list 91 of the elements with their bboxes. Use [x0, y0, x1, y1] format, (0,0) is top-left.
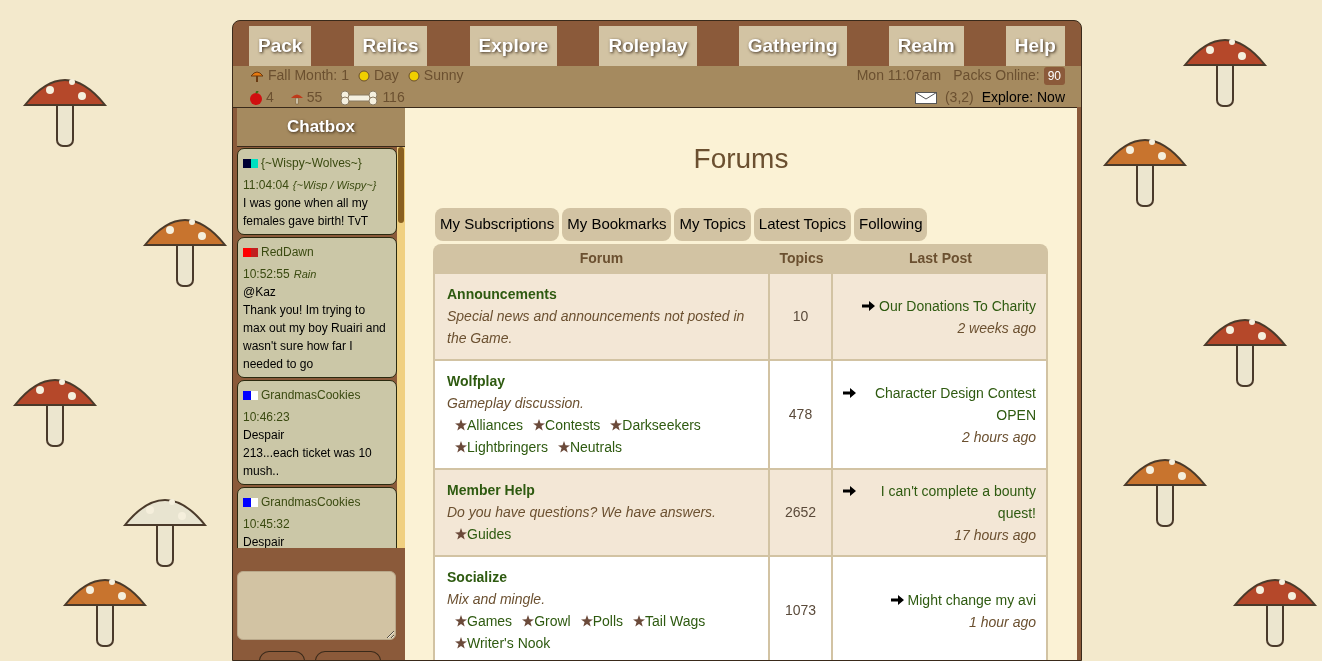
time-of-day-text: Day: [373, 66, 399, 85]
forum-tab[interactable]: My Topics: [674, 208, 751, 241]
star-icon: [610, 419, 623, 431]
message-time: 10:46:23: [243, 409, 290, 426]
forum-description: Gameplay discussion.: [447, 394, 585, 413]
subforum-link[interactable]: Growl: [534, 610, 571, 632]
forum-description: Do you have questions? We have answers.: [447, 503, 717, 522]
subforum-link[interactable]: Lightbringers: [467, 436, 548, 458]
scrollbar[interactable]: [397, 147, 405, 548]
coordinates-text: (3,2): [944, 88, 974, 107]
forum-link[interactable]: Announcements: [447, 284, 756, 305]
subforum-link[interactable]: Neutrals: [569, 436, 623, 458]
forum-tab[interactable]: My Subscriptions: [435, 208, 560, 241]
last-post-link[interactable]: Character Design Contest OPEN: [860, 381, 1036, 426]
envelope-icon: [914, 91, 937, 104]
explore-link[interactable]: Explore: Now: [981, 87, 1065, 108]
user-name[interactable]: {~Wispy~Wolves~}: [261, 154, 362, 172]
last-post-time: 2 weeks ago: [957, 318, 1036, 338]
star-icon: [455, 615, 467, 627]
bone-icon: [340, 89, 379, 106]
star-icon: [533, 419, 546, 431]
subforum-link[interactable]: Contests: [545, 414, 601, 436]
last-post-link[interactable]: Might change my avi: [907, 588, 1036, 611]
packs-online-label: Packs Online:: [953, 66, 1040, 85]
weather-text: Sunny: [423, 66, 464, 85]
message-text: @Kaz: [243, 284, 277, 301]
apple-count: 4: [266, 88, 274, 107]
chatbox-title: Chatbox: [237, 108, 405, 147]
last-post-link[interactable]: I can't complete a bounty quest!: [860, 479, 1036, 524]
chat-input[interactable]: [237, 571, 396, 640]
sun-icon: [356, 68, 371, 83]
sender-name: Rain: [293, 267, 317, 282]
forum-link[interactable]: Wolfplay: [447, 371, 756, 392]
last-post-time: 17 hours ago: [954, 525, 1036, 545]
star-icon: [455, 441, 467, 453]
last-post-link[interactable]: Our Donations To Charity: [879, 294, 1036, 317]
subforum-link[interactable]: Guides: [467, 523, 512, 545]
subforum-link[interactable]: Polls: [592, 610, 624, 632]
forum-tab[interactable]: My Bookmarks: [562, 208, 672, 241]
subforum-link[interactable]: Tail Wags: [645, 610, 706, 632]
sender-name: {~Wisp / Wispy~}: [292, 178, 377, 193]
arrow-icon: [890, 594, 904, 605]
arrow-icon: [843, 387, 856, 398]
column-header: Last Post: [908, 248, 973, 268]
forum-tab[interactable]: Following: [854, 208, 928, 241]
message-time: 10:45:32: [243, 516, 290, 533]
forum-description: Mix and mingle.: [447, 590, 547, 609]
user-name[interactable]: GrandmasCookies: [261, 493, 361, 511]
message-text: Despair: [243, 427, 286, 444]
star-icon: [455, 528, 467, 540]
forum-link[interactable]: Member Help: [447, 480, 756, 501]
star-icon: [633, 615, 646, 627]
star-icon: [557, 441, 570, 453]
season-text: Fall Month: 1: [268, 66, 349, 85]
forum-tab[interactable]: Latest Topics: [753, 208, 852, 241]
packs-online-count: 90: [1043, 66, 1065, 85]
topic-count: 2652: [784, 503, 817, 522]
bone-count: 116: [382, 88, 405, 107]
subforum-link[interactable]: Alliances: [467, 414, 524, 436]
star-icon: [455, 637, 467, 649]
sun-icon: [406, 68, 421, 83]
topic-count: 1073: [784, 601, 817, 620]
page-title: Forums: [693, 142, 789, 176]
message-text: I was gone when all my females gave birth! TvT: [243, 195, 370, 230]
scrollbar-thumb[interactable]: [398, 147, 404, 223]
star-icon: [455, 419, 467, 431]
forum-link[interactable]: Socialize: [447, 567, 756, 588]
forum-description: Special news and announcements not posted in the Game.: [447, 307, 746, 348]
topic-count: 478: [788, 405, 813, 424]
apple-icon: [249, 90, 263, 105]
last-post-time: 2 hours ago: [962, 427, 1036, 447]
message-time: 10:52:55: [243, 266, 290, 283]
arrow-icon: [862, 300, 876, 311]
star-icon: [522, 615, 535, 627]
last-post-time: 1 hour ago: [969, 612, 1036, 632]
subforum-link[interactable]: Darkseekers: [622, 414, 701, 436]
column-header: Forum: [578, 248, 625, 268]
user-name[interactable]: GrandmasCookies: [261, 386, 361, 404]
subforum-link[interactable]: Games: [467, 610, 513, 632]
message-text: Thank you! Im trying to max out my boy Ruairi and wasn't sure how far I needed to go: [243, 302, 387, 373]
user-name[interactable]: RedDawn: [261, 243, 314, 261]
column-header: Topics: [778, 248, 825, 268]
mushroom-count: 55: [306, 88, 323, 107]
subforum-link[interactable]: Writer's Nook: [467, 632, 551, 654]
clock-text: Mon 11:07am: [856, 66, 942, 85]
topic-count: 10: [792, 307, 809, 326]
star-icon: [580, 615, 593, 627]
message-text: Despair: [243, 534, 286, 548]
arrow-icon: [843, 485, 856, 496]
message-text: 213...each ticket was 10 mush..: [243, 445, 373, 480]
message-time: 11:04:04: [243, 177, 289, 194]
